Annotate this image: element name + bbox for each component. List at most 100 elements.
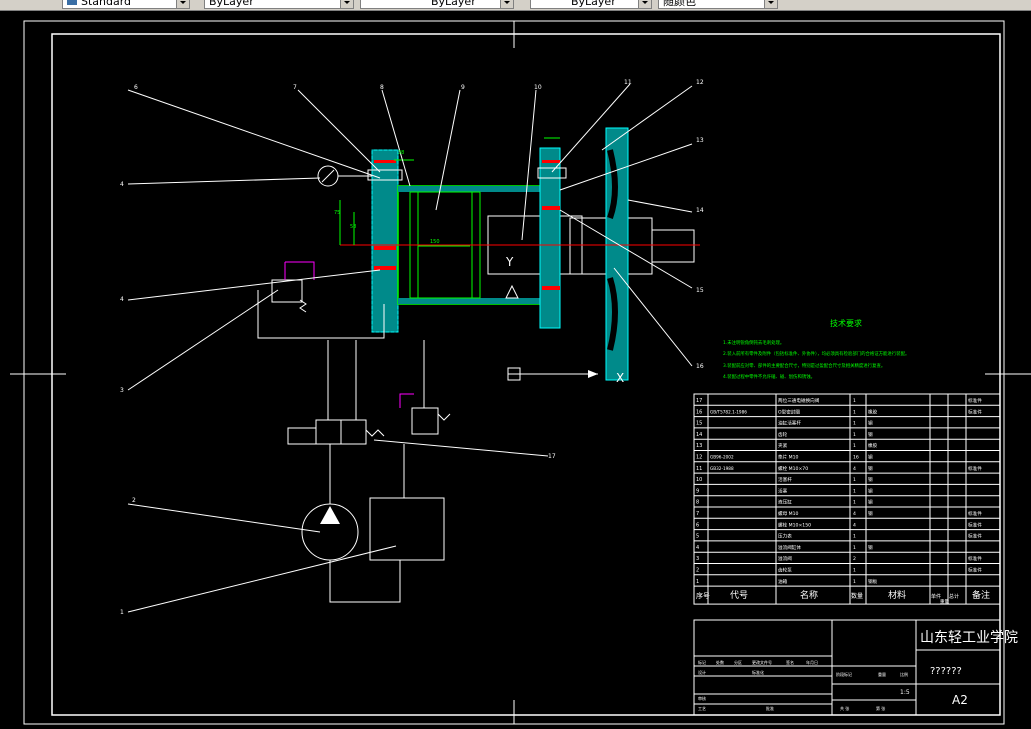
plotstyle-value: 随颜色 — [663, 0, 696, 8]
drawing-canvas[interactable]: 6 7 8 9 10 11 12 4 13 14 15 16 4 3 17 2 … — [0, 11, 1031, 729]
bom-cell: 标准件 — [968, 521, 982, 528]
bom-cell: 标准件 — [968, 567, 982, 574]
bom-cell: 标准件 — [968, 555, 982, 562]
chevron-down-icon[interactable] — [638, 0, 651, 8]
bom-cell: 1 — [853, 534, 856, 540]
bom-cell: 1 — [853, 545, 856, 551]
bom-cell: 4 — [696, 545, 699, 551]
bom-cell: 1 — [853, 432, 856, 438]
bom-cell: 油箱 — [778, 578, 788, 585]
text-style-select[interactable]: Standard — [62, 0, 190, 9]
cylinder-assembly — [339, 127, 700, 381]
bom-cell: 齿轮泵 — [778, 567, 792, 574]
callout-14: 14 — [696, 207, 704, 214]
bom-header-cell: 序号 — [696, 591, 710, 600]
dim-58: 58 — [350, 224, 356, 230]
callout-1: 1 — [120, 609, 124, 616]
bom-cell: 1 — [853, 409, 856, 415]
bom-header-cell: 名称 — [800, 589, 818, 601]
bom-cell: 12 — [696, 455, 702, 461]
bom-cell: 5 — [696, 534, 699, 540]
callout-6: 6 — [134, 84, 138, 91]
chevron-down-icon[interactable] — [176, 0, 189, 8]
bom-cell: 活塞杆 — [778, 476, 792, 483]
bom-cell: 1 — [853, 568, 856, 574]
bom-cell: 夹紧 — [778, 442, 788, 449]
bom-cell: 13 — [696, 443, 702, 449]
bom-cell: 溢流阀 — [778, 555, 792, 562]
bom-cell: 橡胶 — [868, 442, 878, 449]
tb-label: 设计 — [698, 669, 706, 675]
bom-cell: 10 — [696, 477, 702, 483]
plotstyle-select[interactable]: 随颜色 — [658, 0, 778, 9]
lineweight-select[interactable]: ByLayer — [530, 0, 652, 9]
bom-cell: 标准件 — [968, 397, 982, 404]
callout-4b: 4 — [120, 296, 124, 303]
callout-10: 10 — [534, 84, 542, 91]
bom-cell: 8 — [696, 500, 699, 506]
bom-cell: 4 — [853, 522, 856, 528]
bom-frame — [693, 393, 1001, 605]
bom-header-cell: 代号 — [730, 590, 748, 601]
bom-header-cell: 重量 — [940, 598, 949, 605]
bom-header-cell: 备注 — [972, 589, 990, 601]
tb-label: 工艺 — [698, 706, 706, 711]
bom-cell: 2 — [696, 568, 699, 574]
bom-cell: 螺栓 M10×150 — [778, 521, 811, 528]
text-style-value: Standard — [81, 0, 132, 8]
bom-header-cell: 材料 — [888, 589, 906, 601]
bom-cell: 11 — [696, 466, 702, 472]
bom-cell: 标准件 — [968, 533, 982, 540]
chevron-down-icon[interactable] — [340, 0, 353, 8]
tb-label: 重量 — [878, 671, 886, 677]
layer-color-select[interactable]: ByLayer — [204, 0, 354, 9]
bom-cell: GB32-1988 — [710, 466, 734, 471]
tech-requirements-title: 技术要求 — [830, 318, 862, 328]
bom-cell: 钢板 — [868, 578, 878, 585]
lineweight-value: ByLayer — [571, 0, 616, 8]
bom-cell: 压力表 — [778, 533, 792, 540]
bom-cell: 两位三通电磁换向阀 — [778, 397, 820, 404]
tb-label: 批准 — [766, 705, 774, 711]
callout-12: 12 — [696, 79, 704, 86]
callout-9: 9 — [461, 84, 465, 91]
bom-cell: 1 — [853, 477, 856, 483]
bom-cell: 钢 — [868, 476, 873, 483]
linetype-value: ByLayer — [431, 0, 476, 8]
callout-4: 4 — [120, 181, 124, 188]
bom-cell: 1 — [853, 421, 856, 427]
sheet-size: A2 — [952, 693, 968, 707]
drawing-scale: 1:5 — [900, 689, 910, 696]
bom-cell: 16 — [696, 409, 702, 415]
tb-label: 审核 — [698, 695, 706, 701]
bom-cell: 钢 — [868, 487, 873, 494]
bom-cell: 螺栓 M10×70 — [778, 465, 808, 472]
tb-label: 签名 — [786, 659, 794, 665]
bom-cell: 钢 — [868, 420, 873, 427]
callout-13: 13 — [696, 137, 704, 144]
callout-7: 7 — [293, 84, 297, 91]
bom-cell: 4 — [853, 511, 856, 517]
chevron-down-icon[interactable] — [500, 0, 513, 8]
callout-15: 15 — [696, 287, 704, 294]
bom-cell: 1 — [853, 500, 856, 506]
chevron-down-icon[interactable] — [764, 0, 777, 8]
linetype-select[interactable]: ByLayer — [360, 0, 514, 9]
bom-cell: 齿轮 — [778, 431, 788, 438]
tech-note-2: 2.装入前所有零件及附件（包括标准件、外协件），均必须具有检验部门的合格证方能进… — [723, 350, 909, 357]
bom-cell: 2 — [853, 556, 856, 562]
bom-cell: O型密封圈 — [778, 408, 800, 415]
bom-header-cell: 单件 — [931, 593, 941, 600]
bom-cell: 钢 — [868, 544, 873, 551]
callout-16: 16 — [696, 363, 704, 370]
bom-cell: 溢流阀缸体 — [778, 544, 801, 551]
bom-cell: 液压缸 — [778, 499, 792, 506]
school-name: 山东轻工业学院 — [920, 630, 1018, 646]
title-block-labels: 标记 处数 分区 更改文件号 签名 年月日 设计 标准化 阶段标记 重量 比例 … — [698, 659, 908, 711]
bom-cell: GB96-2002 — [710, 455, 734, 460]
dim-38: 38 — [398, 150, 404, 156]
callout-2: 2 — [132, 497, 136, 504]
tech-note-4: 4.装配过程中零件不允许磕、碰、划伤和锈蚀。 — [723, 373, 815, 380]
bom-header-cell: 总计 — [949, 593, 959, 600]
relief-valve — [257, 261, 385, 339]
